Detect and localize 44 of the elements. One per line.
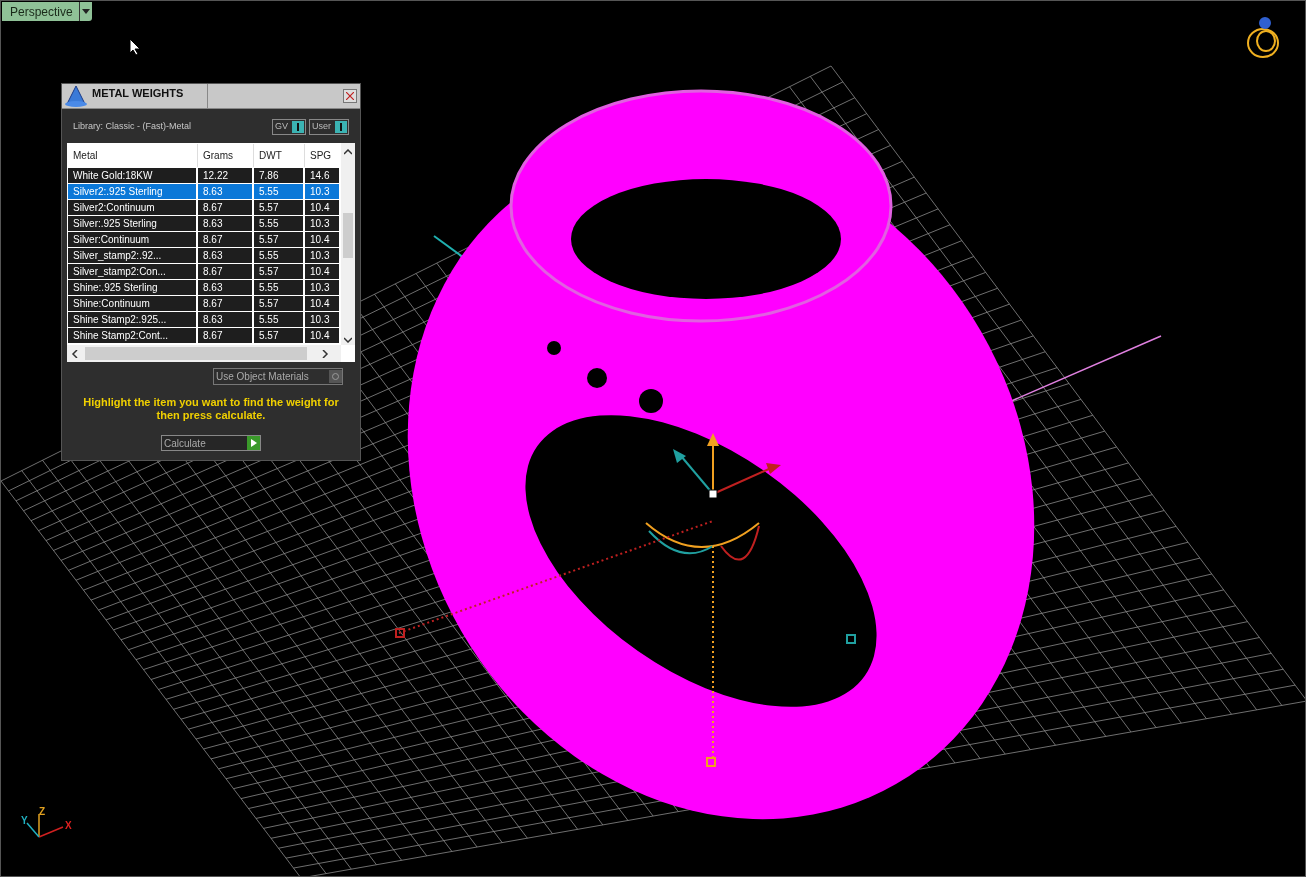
toggle-indicator-icon	[292, 121, 304, 133]
toggle-button[interactable]: User	[309, 119, 349, 135]
table-row[interactable]: Shine:Continuum 8.67 5.57 10.4	[68, 295, 339, 311]
radio-indicator-icon	[329, 370, 342, 383]
table-row[interactable]: Silver:Continuum 8.67 5.57 10.4	[68, 231, 339, 247]
toggle-button[interactable]: GV	[271, 119, 306, 135]
table-cell: 5.57	[254, 328, 305, 343]
table-row[interactable]: Silver2:.925 Sterling 8.63 5.55 10.3	[68, 183, 339, 199]
table-row[interactable]: Shine Stamp2:.925... 8.63 5.55 10.3	[68, 311, 339, 327]
dropdown-caret-icon	[78, 2, 92, 21]
vertical-scrollbar[interactable]	[341, 143, 355, 345]
scrollbar-thumb[interactable]	[85, 347, 307, 360]
mouse-pointer-icon	[129, 38, 141, 56]
table-row[interactable]: White Gold:18KW 12.22 7.86 14.6	[68, 167, 339, 183]
table-cell: Shine Stamp2:Cont...	[68, 328, 198, 343]
table-row[interactable]: Silver_stamp2:.92... 8.63 5.55 10.3	[68, 247, 339, 263]
horizontal-scrollbar[interactable]	[67, 345, 341, 362]
scrollbar-thumb[interactable]	[343, 213, 353, 258]
table-row[interactable]: Silver_stamp2:Con... 8.67 5.57 10.4	[68, 263, 339, 279]
close-button[interactable]	[343, 89, 357, 103]
scroll-down-icon	[344, 337, 352, 343]
scale-icon	[63, 84, 89, 108]
scroll-right-icon	[321, 349, 329, 358]
ring-icon	[1247, 17, 1279, 58]
table-row[interactable]: Shine Stamp2:Cont... 8.67 5.57 10.4	[68, 327, 339, 343]
x-axis-label: X	[65, 821, 72, 831]
table-row[interactable]: Silver:.925 Sterling 8.63 5.55 10.3	[68, 215, 339, 231]
use-object-materials-toggle[interactable]: Use Object Materials	[213, 368, 343, 385]
play-icon	[247, 436, 260, 450]
library-label: Library: Classic - (Fast)-Metal	[73, 120, 191, 134]
table-row[interactable]: Silver2:Continuum 8.67 5.57 10.4	[68, 199, 339, 215]
instruction-text: Highlight the item you want to find the weight for then press calculate.	[82, 396, 340, 422]
view-mode-dropdown[interactable]: Perspective	[2, 2, 92, 21]
scroll-up-icon	[344, 149, 352, 155]
close-icon	[346, 92, 354, 100]
axis-triad-icon	[26, 813, 64, 838]
scroll-left-icon	[71, 349, 79, 358]
table-row[interactable]: Shine:.925 Sterling 8.63 5.55 10.3	[68, 279, 339, 295]
y-axis-label: Y	[21, 816, 28, 826]
toggle-indicator-icon	[335, 121, 347, 133]
z-axis-label: Z	[39, 807, 46, 817]
calculate-button[interactable]: Calculate	[161, 435, 261, 451]
dialog-title: METAL WEIGHTS	[92, 84, 208, 108]
table-cell: 8.67	[198, 328, 254, 343]
